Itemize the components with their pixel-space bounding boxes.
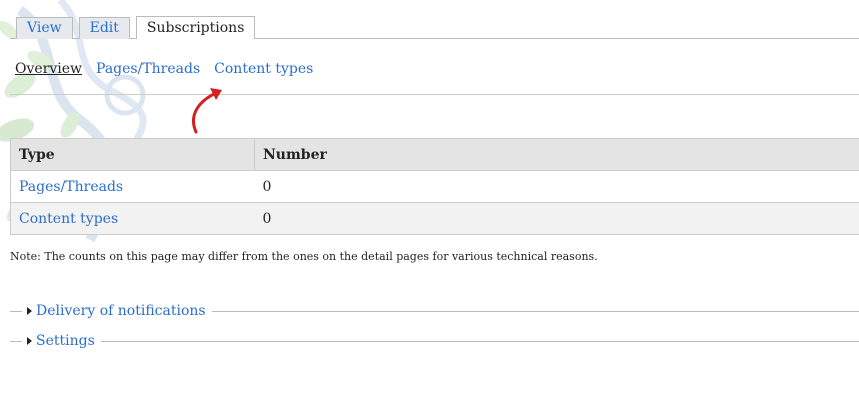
table-header-row: Type Number [10, 138, 859, 171]
subtab-content-types[interactable]: Content types [214, 61, 313, 77]
triangle-right-icon[interactable] [27, 337, 32, 345]
type-cell: Pages/Threads [10, 170, 255, 203]
number-cell: 0 [254, 202, 859, 235]
page-content: View Edit Subscriptions Overview Pages/T… [0, 0, 859, 407]
red-arrow-icon [192, 88, 222, 134]
table-row: Content types 0 [10, 202, 859, 235]
secondary-tabs-divider [10, 94, 859, 95]
fieldset-border [10, 340, 22, 342]
tab-view[interactable]: View [16, 17, 73, 39]
fieldset-toggle-delivery[interactable]: Delivery of notifications [36, 303, 206, 319]
tab-subscriptions[interactable]: Subscriptions [135, 16, 256, 39]
fieldset-toggle-settings[interactable]: Settings [36, 333, 95, 349]
triangle-right-icon[interactable] [27, 307, 32, 315]
column-header-type: Type [10, 138, 255, 171]
subscription-counts-table: Type Number Pages/Threads 0 Content type… [10, 138, 859, 235]
type-cell: Content types [10, 202, 255, 235]
table-row: Pages/Threads 0 [10, 170, 859, 203]
counts-note: Note: The counts on this page may differ… [10, 250, 598, 263]
tab-edit[interactable]: Edit [78, 17, 130, 39]
fieldset-border [211, 310, 859, 312]
column-header-number: Number [254, 138, 859, 171]
pages-threads-link[interactable]: Pages/Threads [19, 179, 123, 195]
secondary-tabs: Overview Pages/Threads Content types [15, 61, 327, 77]
subtab-overview[interactable]: Overview [15, 61, 82, 77]
number-cell: 0 [254, 170, 859, 203]
fieldset-settings: Settings [10, 332, 859, 350]
fieldset-delivery-of-notifications: Delivery of notifications [10, 302, 859, 320]
subtab-pages-threads[interactable]: Pages/Threads [96, 61, 200, 77]
content-types-link[interactable]: Content types [19, 211, 118, 227]
fieldset-border [10, 310, 22, 312]
fieldset-border [100, 340, 859, 342]
primary-tabs: View Edit Subscriptions [10, 16, 256, 39]
